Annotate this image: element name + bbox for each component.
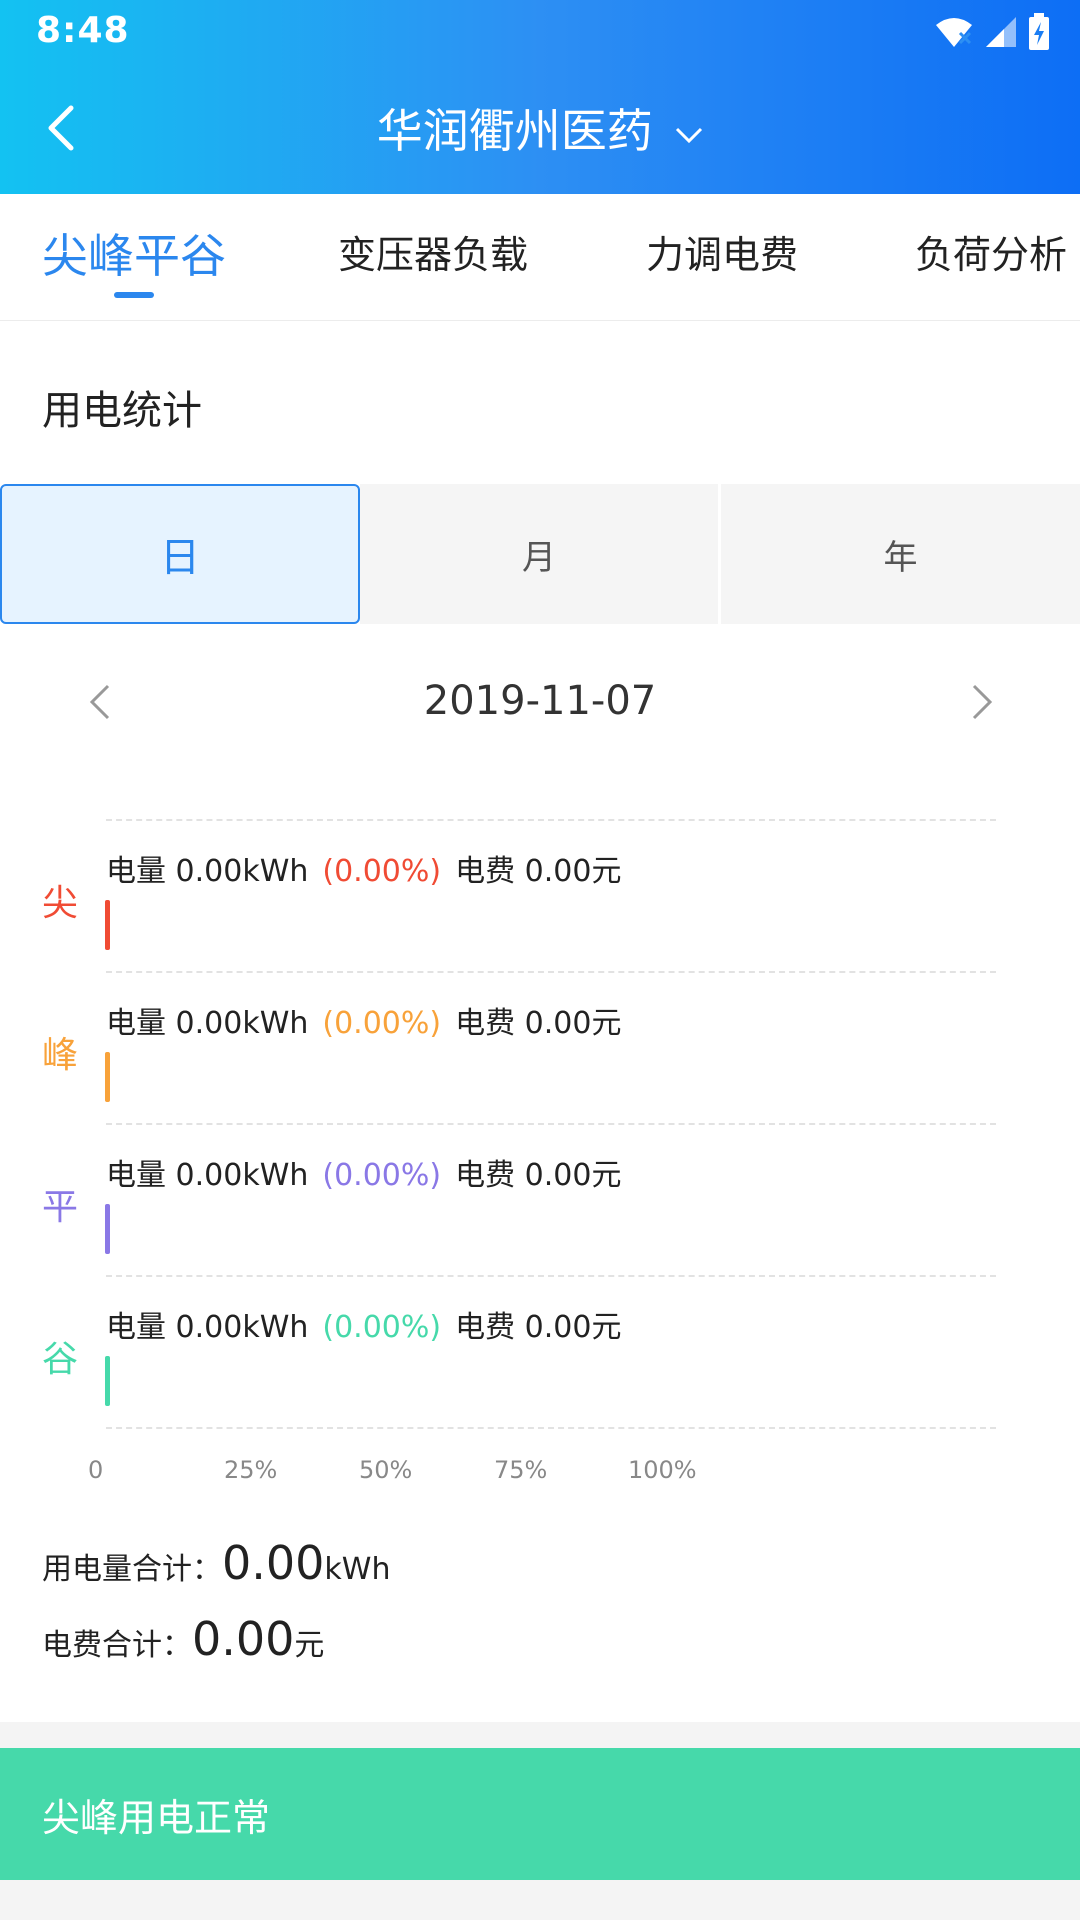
tab-transformer-load[interactable]: 变压器负载 <box>338 224 528 279</box>
app-header: 8:48 华润衢州医药 <box>0 0 1080 194</box>
chart-gridline <box>106 1427 996 1429</box>
fee-text: 电费 0.00元 <box>455 1006 622 1041</box>
chart-category-label: 尖 <box>42 883 79 924</box>
x-tick-label: 100% <box>628 1456 697 1484</box>
chart-category-label: 谷 <box>42 1339 79 1380</box>
percent-text: (0.00%) <box>322 1158 442 1193</box>
total-fee: 电费合计：0.00元 <box>42 1612 324 1666</box>
status-banner: 尖峰用电正常 <box>0 1748 1080 1880</box>
chart-row-text: 电量 0.00kWh (0.00%) 电费 0.00元 <box>106 1150 621 1194</box>
chart-bar <box>105 1356 110 1406</box>
energy-text: 电量 0.00kWh <box>106 1006 309 1041</box>
tab-bar: 尖峰平谷 变压器负载 力调电费 负荷分析 <box>0 194 1080 321</box>
fee-text: 电费 0.00元 <box>455 1310 622 1345</box>
percent-text: (0.00%) <box>322 1310 442 1345</box>
chart-gridline <box>106 819 996 821</box>
chart-gridline <box>106 971 996 973</box>
page-title: 华润衢州医药 <box>376 104 653 158</box>
tab-power-factor-fee[interactable]: 力调电费 <box>646 224 798 279</box>
bottom-divider <box>0 1880 1080 1920</box>
cellular-signal-icon <box>986 17 1016 47</box>
section-divider <box>0 1722 1080 1748</box>
chart-category-label: 峰 <box>42 1035 79 1076</box>
total-fee-unit: 元 <box>294 1628 325 1663</box>
chevron-right-icon <box>972 684 993 720</box>
company-selector[interactable]: 华润衢州医药 <box>0 95 1080 161</box>
total-energy: 用电量合计：0.00kWh <box>42 1536 390 1590</box>
total-energy-unit: kWh <box>324 1552 391 1587</box>
total-fee-value: 0.00 <box>192 1612 295 1666</box>
status-icons <box>934 12 1050 52</box>
status-banner-text: 尖峰用电正常 <box>42 1795 271 1840</box>
period-day-button[interactable]: 日 <box>0 484 360 624</box>
total-energy-value: 0.00 <box>222 1536 325 1590</box>
chevron-down-icon <box>676 127 703 143</box>
status-time: 8:48 <box>36 10 130 51</box>
period-year-button[interactable]: 年 <box>721 484 1080 624</box>
tab-peak-valley[interactable]: 尖峰平谷 <box>42 220 226 286</box>
chart-row-text: 电量 0.00kWh (0.00%) 电费 0.00元 <box>106 846 621 890</box>
percent-text: (0.00%) <box>322 854 442 889</box>
chart-bar <box>105 1052 110 1102</box>
wifi-icon <box>936 18 972 47</box>
chart-row-text: 电量 0.00kWh (0.00%) 电费 0.00元 <box>106 1302 621 1346</box>
chart-bar <box>105 1204 110 1254</box>
energy-text: 电量 0.00kWh <box>106 854 309 889</box>
total-fee-label: 电费合计： <box>42 1628 192 1663</box>
chart-category-label: 平 <box>42 1187 79 1228</box>
chart-bar <box>105 900 110 950</box>
x-tick-label: 75% <box>494 1456 548 1484</box>
fee-text: 电费 0.00元 <box>455 854 622 889</box>
tab-load-analysis[interactable]: 负荷分析 <box>915 224 1067 279</box>
active-tab-indicator <box>114 292 154 298</box>
chart-row-text: 电量 0.00kWh (0.00%) 电费 0.00元 <box>106 998 621 1042</box>
energy-text: 电量 0.00kWh <box>106 1158 309 1193</box>
chart-gridline <box>106 1275 996 1277</box>
next-date-button[interactable] <box>958 680 1002 724</box>
fee-text: 电费 0.00元 <box>455 1158 622 1193</box>
total-energy-label: 用电量合计： <box>42 1552 222 1587</box>
x-tick-label: 0 <box>88 1456 104 1484</box>
period-month-button[interactable]: 月 <box>360 484 718 624</box>
section-title: 用电统计 <box>42 388 202 434</box>
battery-charging-icon <box>1029 13 1049 50</box>
chart-gridline <box>106 1123 996 1125</box>
energy-text: 电量 0.00kWh <box>106 1310 309 1345</box>
x-tick-label: 25% <box>224 1456 278 1484</box>
x-tick-label: 50% <box>359 1456 413 1484</box>
percent-text: (0.00%) <box>322 1006 442 1041</box>
current-date: 2019-11-07 <box>423 678 657 724</box>
